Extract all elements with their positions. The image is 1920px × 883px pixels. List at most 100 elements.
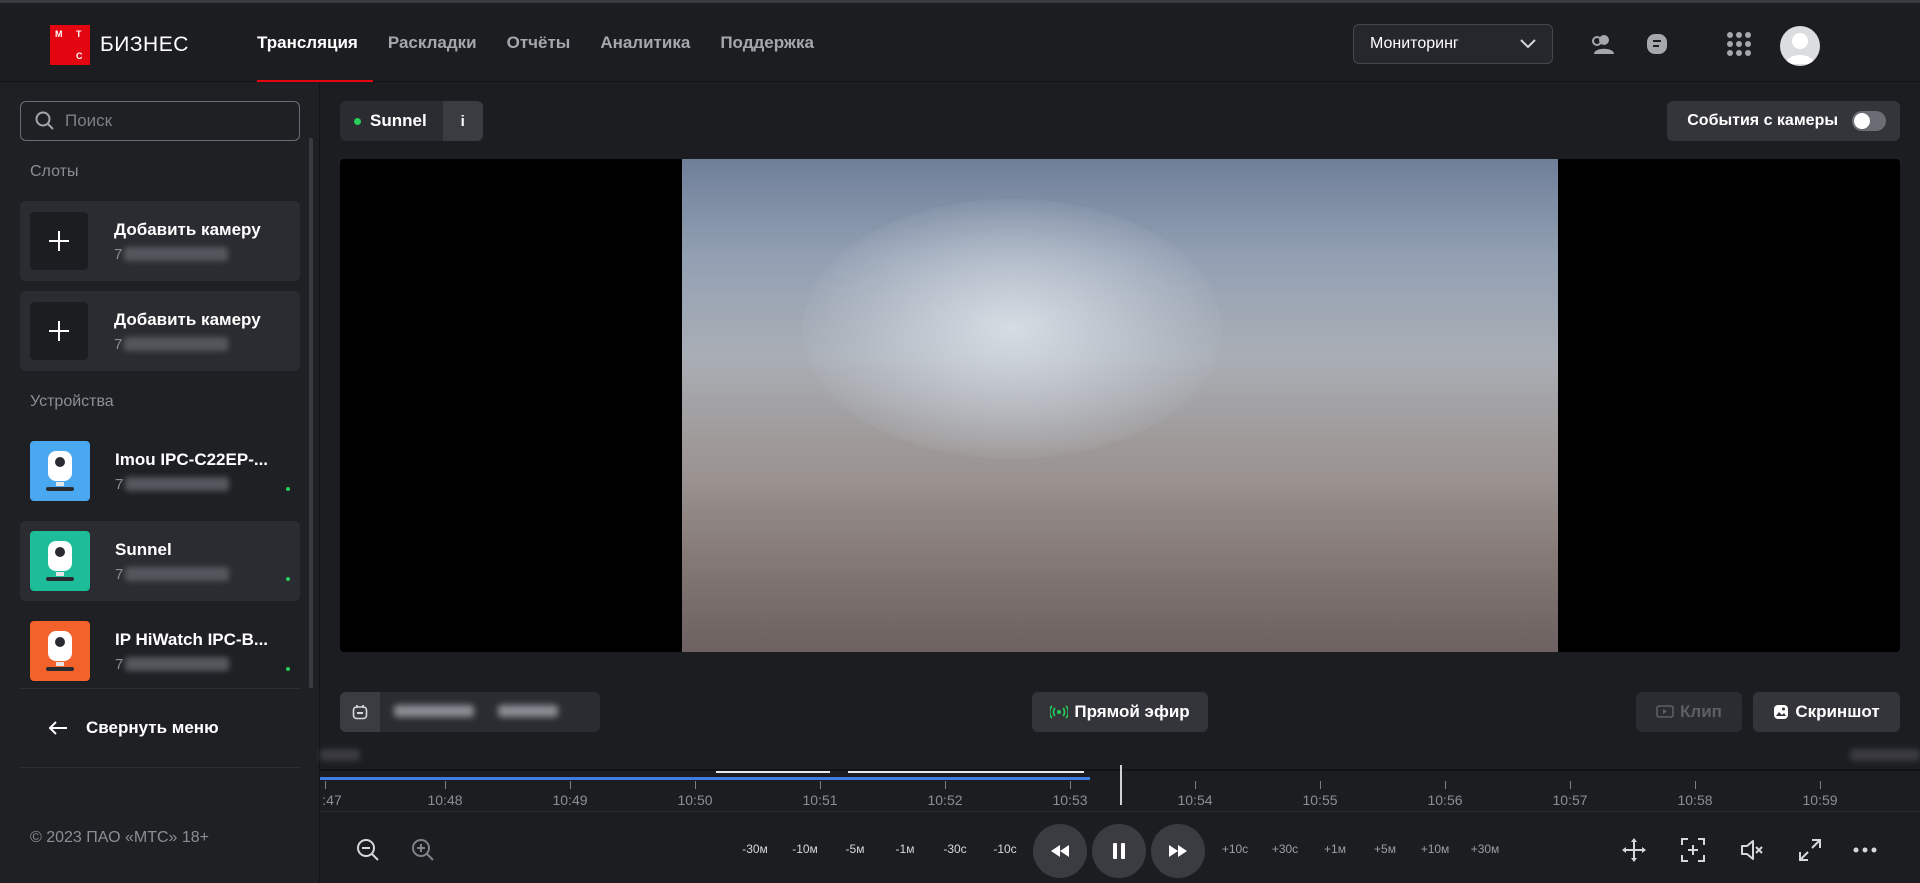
nav-tab-broadcast[interactable]: Трансляция [257, 3, 373, 82]
blurred-id [125, 567, 230, 581]
fast-forward-button[interactable] [1151, 824, 1205, 878]
slot-id-prefix: 7 [114, 245, 123, 263]
toggle-switch[interactable] [1852, 111, 1886, 131]
timeline-tick [1820, 781, 1821, 789]
digital-zoom-icon[interactable] [1678, 835, 1708, 865]
device-id-prefix: 7 [115, 565, 124, 583]
blurred-date-range [392, 704, 559, 721]
live-button[interactable]: Прямой эфир [1032, 692, 1208, 732]
nav-tab-analytics[interactable]: Аналитика [585, 3, 705, 82]
more-options-icon[interactable] [1850, 835, 1880, 865]
recording-segment [716, 771, 830, 773]
seek-forward-30m[interactable]: +30м [1471, 842, 1500, 856]
timeline-label: 10:59 [1802, 792, 1838, 808]
seek-forward-10s[interactable]: +10с [1222, 842, 1248, 856]
device-id-prefix: 7 [115, 475, 124, 493]
timeline-tick [945, 781, 946, 789]
screenshot-label: Скриншот [1795, 702, 1880, 721]
sidebar: Слоты Добавить камеру 7 Добавить камеру … [0, 83, 320, 883]
date-range-picker[interactable] [340, 692, 600, 732]
seek-back-1m[interactable]: -1м [896, 842, 915, 856]
seek-forward-5m[interactable]: +5м [1374, 842, 1396, 856]
zoom-in-icon[interactable] [408, 835, 438, 865]
device-title: Imou IPC-C22EP-... [115, 449, 269, 469]
live-label: Прямой эфир [1074, 702, 1190, 721]
timeline-tick [695, 781, 696, 789]
video-stream[interactable] [340, 159, 1900, 652]
search-input[interactable] [65, 111, 265, 131]
slot-id: 7 [114, 246, 261, 263]
mode-select[interactable]: Мониторинг [1353, 24, 1553, 64]
search-box[interactable] [20, 101, 300, 141]
users-icon[interactable] [1588, 30, 1616, 58]
timeline-label: 10:53 [1052, 792, 1088, 808]
plus-icon [30, 302, 88, 360]
device-title: IP HiWatch IPC-B... [115, 629, 269, 649]
nav-tab-support[interactable]: Поддержка [705, 3, 829, 82]
fullscreen-icon[interactable] [1795, 835, 1825, 865]
clip-button[interactable]: Клип [1636, 692, 1742, 732]
info-button[interactable]: i [442, 101, 483, 141]
user-avatar[interactable] [1780, 26, 1820, 66]
top-bar: М Т С БИЗНЕС Трансляция Раскладки Отчёты… [0, 0, 1920, 82]
timeline-label: 10:52 [927, 792, 963, 808]
rewind-button[interactable] [1033, 824, 1087, 878]
timeline-playhead[interactable] [1120, 765, 1122, 805]
copyright: © 2023 ПАО «МТС» 18+ [30, 829, 210, 846]
seek-back-10m[interactable]: -10м [792, 842, 818, 856]
timeline-tick [570, 781, 571, 789]
device-id: 7 [115, 565, 230, 583]
timeline-tick [325, 781, 326, 789]
search-icon [35, 111, 54, 130]
collapse-menu-button[interactable]: Свернуть меню [20, 688, 300, 768]
mts-logo-box: М Т С [50, 25, 90, 65]
slot-title: Добавить камеру [114, 309, 261, 329]
seek-back-10s[interactable]: -10с [993, 842, 1016, 856]
ptz-move-icon[interactable] [1619, 835, 1649, 865]
pause-button[interactable] [1092, 824, 1146, 878]
nav-tab-reports[interactable]: Отчёты [492, 3, 586, 82]
brand-name: БИЗНЕС [100, 33, 189, 56]
sidebar-scrollbar[interactable] [309, 138, 313, 688]
timeline-label: 10:51 [802, 792, 838, 808]
timeline[interactable]: :47 10:48 10:49 10:50 10:51 10:52 10:53 … [320, 743, 1920, 821]
device-item-sunnel[interactable]: Sunnel 7 [20, 521, 300, 601]
camera-events-label: События с камеры [1687, 112, 1838, 129]
chat-icon[interactable] [1643, 30, 1671, 58]
timeline-tick [1695, 781, 1696, 789]
screenshot-button[interactable]: Скриншот [1753, 692, 1900, 732]
add-camera-slot[interactable]: Добавить камеру 7 [20, 201, 300, 281]
camera-events-toggle[interactable]: События с камеры [1667, 101, 1900, 141]
chevron-down-icon [1520, 39, 1536, 49]
timeline-label: 10:55 [1302, 792, 1338, 808]
seek-forward-10m[interactable]: +10м [1421, 842, 1450, 856]
blurred-id [125, 477, 230, 491]
device-item-hiwatch[interactable]: IP HiWatch IPC-B... 7 [20, 611, 300, 691]
timeline-label: 10:49 [552, 792, 588, 808]
zoom-out-icon[interactable] [353, 835, 383, 865]
seek-back-30m[interactable]: -30м [742, 842, 768, 856]
seek-back-30s[interactable]: -30с [943, 842, 966, 856]
logo-letter-m: М [55, 29, 63, 39]
seek-forward-1m[interactable]: +1м [1324, 842, 1346, 856]
fast-forward-icon [1169, 845, 1187, 857]
timeline-tick [820, 781, 821, 789]
online-status-dot [286, 487, 290, 491]
seek-forward-30s[interactable]: +30с [1272, 842, 1298, 856]
camera-name: Sunnel [340, 101, 443, 141]
nav-tab-layouts[interactable]: Раскладки [373, 3, 492, 82]
mts-business-logo[interactable]: М Т С БИЗНЕС [50, 25, 189, 65]
blurred-id [124, 247, 229, 261]
mute-icon[interactable] [1737, 835, 1767, 865]
recording-segment [848, 771, 1084, 773]
add-camera-slot[interactable]: Добавить камеру 7 [20, 291, 300, 371]
player-area: Sunnel i События с камеры Прямой эфир Кл… [320, 83, 1920, 883]
seek-back-5m[interactable]: -5м [846, 842, 865, 856]
device-item-imou[interactable]: Imou IPC-C22EP-... 7 [20, 431, 300, 511]
slot-id-prefix: 7 [114, 335, 123, 353]
video-clip-icon [1656, 705, 1674, 718]
timeline-tick [445, 781, 446, 789]
timeline-tick [1445, 781, 1446, 789]
apps-grid-icon[interactable] [1725, 30, 1753, 58]
online-status-dot [286, 577, 290, 581]
